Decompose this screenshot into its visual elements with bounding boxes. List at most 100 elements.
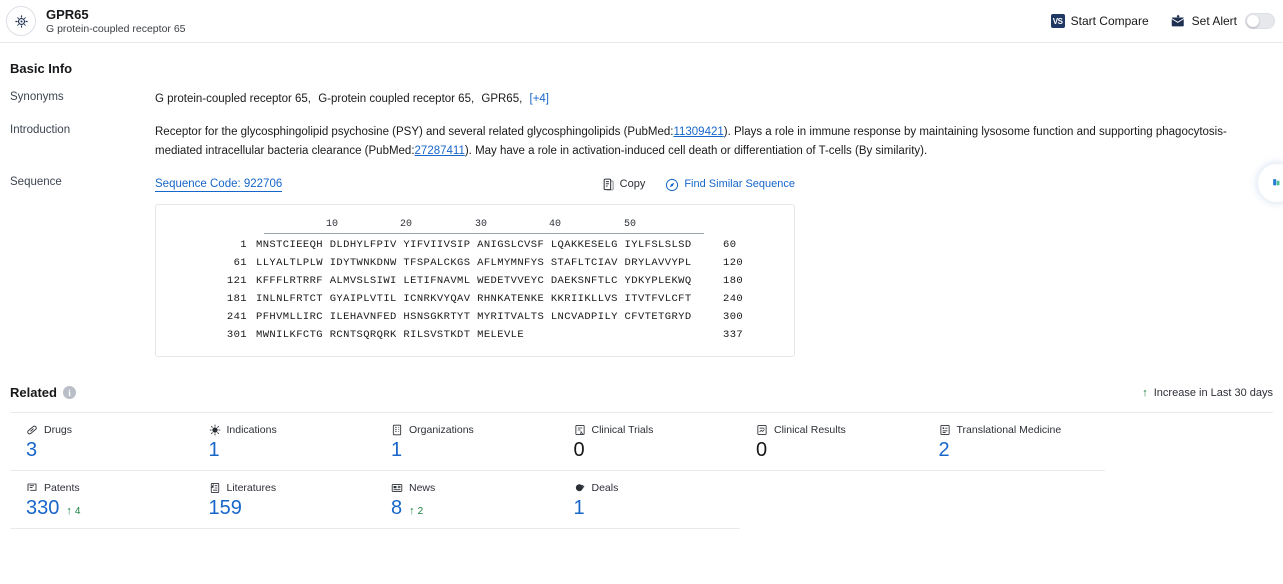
results-doc-icon bbox=[757, 425, 767, 435]
synonyms-label: Synonyms bbox=[10, 91, 64, 103]
sequence-end-index: 300 bbox=[723, 311, 744, 323]
newspaper-icon bbox=[391, 484, 403, 492]
find-similar-label: Find Similar Sequence bbox=[684, 178, 795, 190]
related-card-clinical-results[interactable]: Clinical Results 0 bbox=[740, 413, 923, 471]
introduction-label: Introduction bbox=[10, 124, 71, 136]
card-head: Clinical Results bbox=[756, 424, 923, 436]
vs-icon: VS bbox=[1050, 14, 1065, 28]
related-card-organizations[interactable]: Organizations 1 bbox=[375, 413, 558, 471]
related-card-clinical-trials[interactable]: Clinical Trials 0 bbox=[557, 413, 741, 471]
sequence-start-index: 241 bbox=[226, 311, 247, 323]
card-label: Translational Medicine bbox=[956, 424, 1062, 436]
synonyms-row: Synonyms G protein-coupled receptor 65, … bbox=[10, 90, 1273, 109]
card-label: Clinical Results bbox=[774, 424, 846, 436]
copy-icon bbox=[603, 178, 614, 191]
start-compare-button[interactable]: VS Start Compare bbox=[1050, 14, 1149, 28]
card-number: 1 bbox=[391, 439, 403, 461]
synonyms-more-link[interactable]: [+4] bbox=[530, 93, 550, 105]
card-number: 330 bbox=[26, 497, 60, 519]
sequence-code-link[interactable]: Sequence Code: 922706 bbox=[155, 177, 283, 192]
sequence-start-index: 121 bbox=[226, 275, 247, 287]
translational-icon bbox=[939, 425, 950, 435]
feedback-icon bbox=[1273, 179, 1280, 186]
card-value: 2 bbox=[939, 439, 1106, 462]
copy-label: Copy bbox=[619, 178, 646, 190]
intro-text-1: Receptor for the glycosphingolipid psych… bbox=[155, 126, 674, 138]
ruler-tick: 30 bbox=[475, 219, 488, 230]
pubmed-link-1[interactable]: 11309421 bbox=[673, 126, 723, 138]
sequence-end-index: 60 bbox=[723, 239, 737, 251]
card-value: 330 ↑ 4 bbox=[26, 497, 193, 520]
sequence-row: Sequence Sequence Code: 922706 Copy Find… bbox=[10, 175, 1273, 357]
card-head: Clinical Trials bbox=[574, 424, 741, 436]
sequence-line: 1 MNSTCIEEQH DLDHYLFPIV YIFVIIVSIP ANIGS… bbox=[156, 236, 794, 254]
card-head: Deals bbox=[574, 482, 741, 494]
pubmed-link-2[interactable]: 27287411 bbox=[415, 145, 465, 157]
related-card-news[interactable]: News 8 ↑ 2 bbox=[375, 471, 558, 529]
card-delta-value: 2 bbox=[417, 505, 424, 517]
page-header: GPR65 G protein-coupled receptor 65 VS S… bbox=[0, 0, 1283, 43]
sequence-line: 121 KFFFLRTRRF ALMVSLSIWI LETIFNAVML WED… bbox=[156, 272, 794, 290]
card-number: 1 bbox=[573, 497, 585, 519]
set-alert-label: Set Alert bbox=[1191, 14, 1237, 28]
gene-full-name: G protein-coupled receptor 65 bbox=[46, 22, 186, 35]
related-card-translational-medicine[interactable]: Translational Medicine 2 bbox=[922, 413, 1106, 471]
sequence-residues: KFFFLRTRRF ALMVSLSIWI LETIFNAVML WEDETVV… bbox=[256, 275, 692, 287]
card-number: 159 bbox=[208, 497, 242, 519]
set-alert-button[interactable]: Set Alert bbox=[1171, 14, 1237, 28]
card-head: Patents bbox=[26, 482, 193, 494]
virus-icon bbox=[209, 424, 220, 436]
ruler-tick: 10 bbox=[326, 219, 339, 230]
sequence-line: 61 LLYALTLPLW IDYTWNKDNW TFSPALCKGS AFLM… bbox=[156, 254, 794, 272]
card-label: News bbox=[409, 482, 436, 494]
card-label: Indications bbox=[226, 424, 277, 436]
set-alert-toggle[interactable] bbox=[1245, 13, 1275, 29]
ruler-tick: 40 bbox=[549, 219, 562, 230]
sequence-start-index: 301 bbox=[226, 329, 247, 341]
ruler-tick: 50 bbox=[624, 219, 637, 230]
sequence-end-index: 180 bbox=[723, 275, 744, 287]
sequence-line: 181 INLNLFRTCT GYAIPLVTIL ICNRKVYQAV RHN… bbox=[156, 290, 794, 308]
up-arrow-icon: ↑ bbox=[409, 505, 415, 517]
sequence-value: Sequence Code: 922706 Copy Find Similar … bbox=[155, 175, 1273, 357]
card-head: Drugs bbox=[26, 424, 193, 436]
card-number: 0 bbox=[573, 439, 585, 461]
card-head: News bbox=[391, 482, 558, 494]
introduction-value: Receptor for the glycosphingolipid psych… bbox=[155, 123, 1273, 161]
info-icon[interactable]: i bbox=[62, 386, 76, 399]
copy-button[interactable]: Copy bbox=[602, 175, 646, 194]
sequence-viewer[interactable]: 10 20 30 40 50 1 MNSTCIEEQH DLDHYLFPIV Y… bbox=[155, 204, 795, 357]
card-head: Organizations bbox=[391, 424, 558, 436]
card-head: Indications bbox=[209, 424, 376, 436]
sequence-toolbar: Sequence Code: 922706 Copy Find Similar … bbox=[155, 175, 795, 194]
card-value: 8 ↑ 2 bbox=[391, 497, 558, 520]
envelope-up-arrow-icon bbox=[1171, 14, 1186, 28]
clipboard-icon bbox=[574, 425, 585, 435]
main-content: Basic Info Synonyms G protein-coupled re… bbox=[0, 61, 1283, 529]
synonym-item: G-protein coupled receptor 65, bbox=[318, 93, 475, 105]
related-card-deals[interactable]: Deals 1 bbox=[557, 471, 741, 529]
sequence-start-index: 61 bbox=[233, 257, 247, 269]
card-label: Patents bbox=[44, 482, 80, 494]
related-card-literatures[interactable]: Literatures 159 bbox=[192, 471, 375, 529]
card-head: Translational Medicine bbox=[939, 424, 1106, 436]
ruler-tick: 20 bbox=[400, 219, 413, 230]
related-card-patents[interactable]: Patents 330 ↑ 4 bbox=[10, 471, 193, 529]
related-card-indications[interactable]: Indications 1 bbox=[192, 413, 376, 471]
page-title: GPR65 bbox=[46, 6, 89, 22]
introduction-row: Introduction Receptor for the glycosphin… bbox=[10, 123, 1273, 161]
card-label: Deals bbox=[591, 482, 619, 494]
related-cards: Drugs 3 Indications 1 Organizations 1 Cl… bbox=[10, 412, 1273, 529]
card-value: 1 bbox=[209, 439, 376, 462]
sequence-residues: MNSTCIEEQH DLDHYLFPIV YIFVIIVSIP ANIGSLC… bbox=[256, 239, 692, 251]
find-similar-sequence-button[interactable]: Find Similar Sequence bbox=[665, 175, 795, 194]
related-card-drugs[interactable]: Drugs 3 bbox=[10, 413, 193, 471]
up-arrow-icon: ↑ bbox=[1142, 386, 1148, 399]
sequence-ruler: 10 20 30 40 50 bbox=[156, 214, 794, 236]
sequence-residues: INLNLFRTCT GYAIPLVTIL ICNRKVYQAV RHNKATE… bbox=[256, 293, 692, 305]
sequence-residues: PFHVMLLIRC ILEHAVNFED HSNSGKRTYT MYRITVA… bbox=[256, 311, 692, 323]
sequence-label: Sequence bbox=[10, 176, 62, 188]
synonym-item: G protein-coupled receptor 65, bbox=[155, 93, 311, 105]
card-delta: ↑ 4 bbox=[66, 505, 80, 517]
card-label: Clinical Trials bbox=[591, 424, 654, 436]
